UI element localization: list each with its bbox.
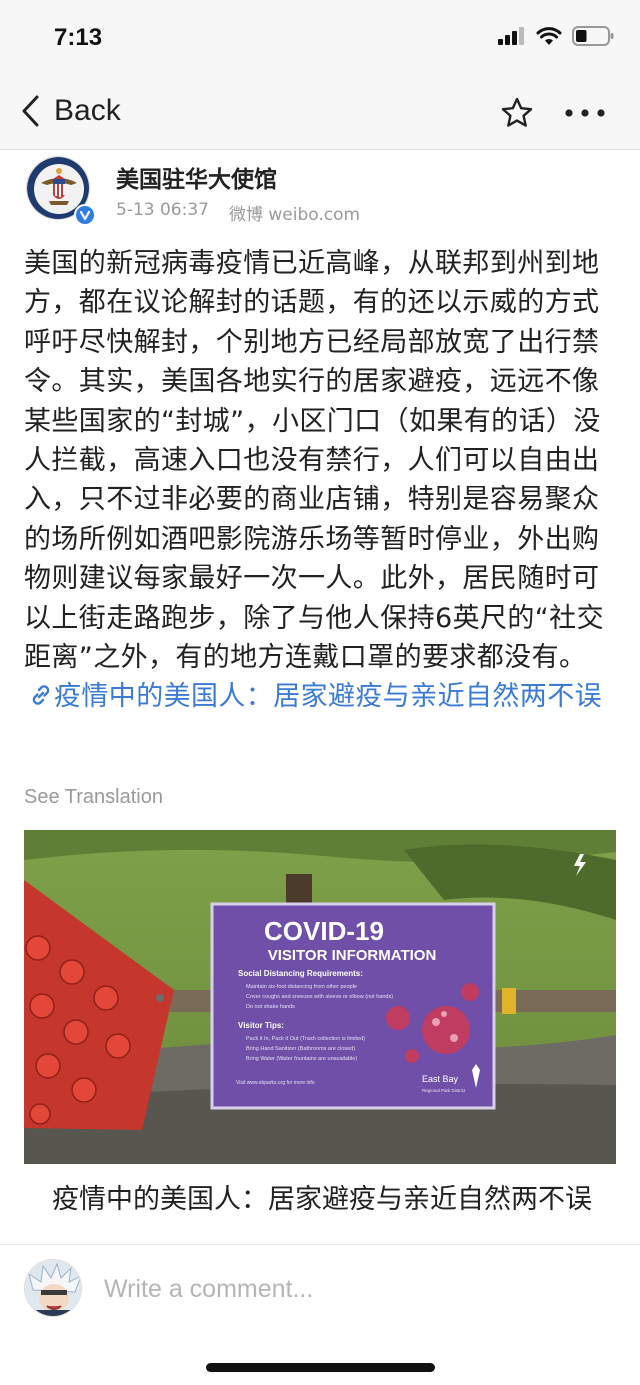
article-card-title: 疫情中的美国人：居家避疫与亲近自然两不误 (52, 1184, 592, 1215)
status-bar: 7:13 (0, 0, 640, 78)
sign-brand-sub: Regional Park District (422, 1088, 466, 1093)
post-meta: 5-13 06:37 微博 weibo.com (116, 200, 360, 225)
verified-check-icon (79, 210, 91, 221)
more-options-button[interactable] (564, 104, 606, 123)
verified-badge (74, 204, 96, 226)
article-card[interactable]: COVID-19 VISITOR INFORMATION Social Dist… (24, 830, 616, 1250)
wifi-icon (536, 26, 562, 45)
sign-item-1-2: Cover coughs and sneezes with sleeve or … (246, 994, 393, 1000)
link-icon (32, 685, 50, 706)
sign-item-1-3: Do not shake hands (246, 1004, 295, 1010)
back-button[interactable]: Back (20, 94, 121, 128)
home-indicator[interactable] (206, 1363, 435, 1372)
chevron-left-icon (22, 95, 39, 127)
sign-item-2-1: Pack it In, Pack it Out (Trash collectio… (246, 1036, 365, 1042)
cellular-signal-icon (498, 27, 524, 45)
sign-subtitle: VISITOR INFORMATION (268, 947, 437, 964)
sign-item-2-3: Bring Water (Water fountains are unavail… (246, 1056, 357, 1062)
article-link[interactable]: 疫情中的美国人：居家避疫与亲近自然两不误 (24, 681, 602, 712)
sign-item-1-1: Maintain six-foot distancing from other … (246, 984, 357, 990)
sign-brand: East Bay (422, 1074, 459, 1084)
author-name[interactable]: 美国驻华大使馆 (116, 160, 277, 194)
user-avatar[interactable] (24, 1259, 82, 1317)
navigation-bar: Back (0, 78, 640, 150)
sign-title: COVID-19 (264, 916, 384, 946)
comment-input[interactable] (104, 1269, 604, 1309)
see-translation-link[interactable]: See Translation (24, 786, 163, 809)
status-icons (498, 26, 614, 46)
back-label: Back (54, 94, 121, 127)
post-source: 微博 weibo.com (228, 205, 361, 225)
post-body: 美国的新冠病毒疫情已近高峰，从联邦到州到地方，都在议论解封的话题，有的还以示威的… (24, 244, 620, 717)
article-card-image: COVID-19 VISITOR INFORMATION Social Dist… (24, 830, 616, 1164)
sign-footer: Visit www.ebparks.org for more info (236, 1080, 315, 1086)
sign-item-2-2: Bring Hand Sanitizer (Bathrooms are clos… (246, 1046, 355, 1052)
battery-icon (572, 26, 614, 46)
status-time: 7:13 (54, 24, 103, 51)
sign-section-2: Visitor Tips: (238, 1021, 284, 1030)
comment-bar (0, 1244, 640, 1385)
more-dots-icon (565, 109, 605, 117)
post-date: 5-13 06:37 (116, 200, 209, 220)
user-avatar-image (25, 1260, 81, 1316)
sign-section-1: Social Distancing Requirements: (238, 969, 363, 978)
article-link-text: 疫情中的美国人：居家避疫与亲近自然两不误 (54, 681, 602, 713)
favorite-button[interactable] (500, 96, 534, 134)
author-avatar-wrap[interactable] (26, 156, 96, 226)
post-body-text: 美国的新冠病毒疫情已近高峰，从联邦到州到地方，都在议论解封的话题，有的还以示威的… (24, 248, 604, 674)
star-icon (501, 97, 533, 127)
